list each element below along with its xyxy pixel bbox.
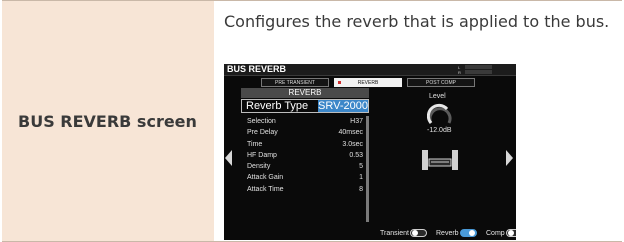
tab-reverb-label: REVERB	[357, 80, 379, 86]
param-name: Attack Gain	[247, 174, 284, 182]
tab-post-comp[interactable]: POST COMP	[407, 78, 475, 87]
param-value: 5	[359, 163, 363, 171]
level-meter: L R	[458, 65, 492, 75]
screen-name-cell: BUS REVERB screen	[2, 1, 214, 241]
param-row[interactable]: Time 3.0sec	[241, 139, 365, 150]
meter-bar-l	[465, 65, 492, 69]
param-name: Density	[247, 163, 271, 171]
transient-toggle[interactable]	[409, 229, 427, 238]
param-value: 3.0sec	[342, 140, 363, 148]
comp-toggle[interactable]	[505, 229, 516, 238]
param-row[interactable]: Attack Time 8	[241, 184, 365, 195]
level-knob-icon[interactable]	[426, 103, 453, 130]
transient-switch[interactable]: Transient	[380, 228, 427, 240]
param-name: Time	[247, 140, 263, 148]
tab-pre-transient-label: PRE TRANSIENT	[275, 80, 315, 86]
reverb-type-label: Reverb Type	[246, 100, 309, 112]
param-name: Selection	[247, 118, 276, 125]
level-label: Level	[429, 93, 446, 100]
screen-header: BUS REVERB L R	[224, 64, 516, 76]
tab-pre-transient[interactable]: PRE TRANSIENT	[261, 78, 329, 87]
level-value: -12.0dB	[427, 127, 452, 134]
reverb-type-value[interactable]: SRV-2000	[318, 100, 368, 112]
parameter-scrollbar[interactable]	[366, 116, 369, 222]
comp-switch-label: Comp	[486, 230, 505, 237]
screen-name-label: BUS REVERB screen	[18, 111, 197, 131]
param-row[interactable]: Pre Delay 40msec	[241, 127, 365, 138]
meter-bar-r	[465, 70, 492, 74]
param-value: 8	[359, 185, 363, 193]
param-value: H37	[350, 118, 363, 125]
bus-reverb-icon	[421, 147, 459, 176]
next-page-arrow-icon[interactable]	[506, 150, 513, 166]
param-row[interactable]: HF Damp 0.53	[241, 150, 365, 161]
meter-label-r: R	[458, 70, 461, 75]
reverb-switch[interactable]: Reverb	[436, 228, 477, 240]
parameter-table-row: BUS REVERB screen Configures the reverb …	[2, 0, 622, 242]
description-cell: Configures the reverb that is applied to…	[214, 1, 622, 241]
param-value: 40msec	[338, 129, 363, 137]
screen-title: BUS REVERB	[227, 64, 287, 74]
bus-reverb-device-screen: BUS REVERB L R PRE TRANSIENT REVERB POST…	[224, 64, 516, 240]
previous-page-arrow-icon[interactable]	[225, 150, 232, 166]
param-value: 0.53	[349, 151, 363, 159]
param-name: HF Damp	[247, 151, 277, 159]
section-title: REVERB	[241, 88, 369, 98]
reverb-type-field[interactable]: Reverb Type SRV-2000	[241, 99, 369, 113]
param-row[interactable]: Attack Gain 1	[241, 172, 365, 183]
param-row[interactable]: Density 5	[241, 161, 365, 172]
param-name: Attack Time	[247, 185, 284, 193]
active-tab-marker	[338, 81, 341, 84]
reverb-toggle[interactable]	[459, 229, 477, 238]
param-value: 1	[359, 174, 363, 182]
reverb-parameter-list: Selection H37 Pre Delay 40msec Time 3.0s…	[241, 116, 365, 195]
description-text: Configures the reverb that is applied to…	[224, 12, 610, 31]
reverb-switch-label: Reverb	[436, 230, 459, 237]
transient-switch-label: Transient	[380, 230, 409, 237]
tab-reverb[interactable]: REVERB	[334, 78, 402, 87]
comp-switch[interactable]: Comp	[486, 228, 516, 240]
tab-post-comp-label: POST COMP	[426, 80, 456, 86]
param-row[interactable]: Selection H37	[241, 116, 365, 127]
param-name: Pre Delay	[247, 129, 278, 137]
